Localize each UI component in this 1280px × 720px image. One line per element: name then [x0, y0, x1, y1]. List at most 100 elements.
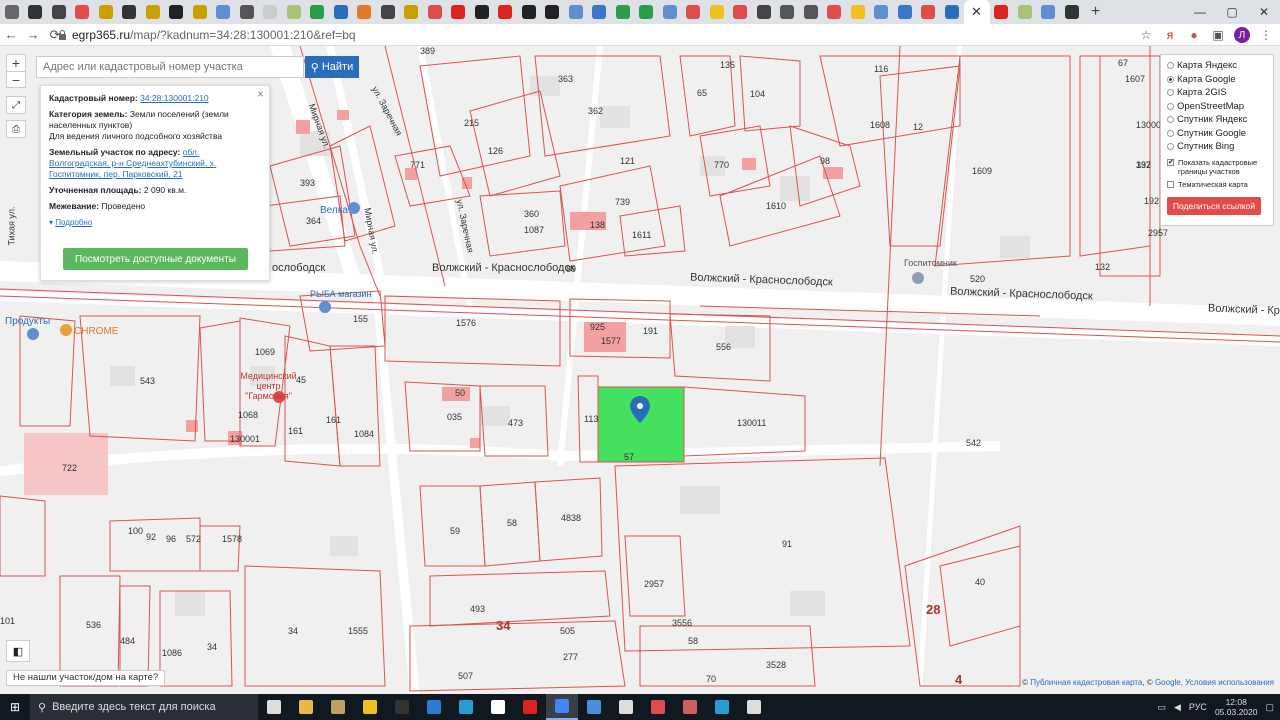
taskbar-app-icon[interactable] — [354, 694, 386, 720]
tab-favicon-icon[interactable] — [705, 0, 729, 24]
taskbar-app-icon[interactable] — [450, 694, 482, 720]
pharmacy-marker-icon[interactable] — [60, 324, 72, 336]
map-view[interactable]: Волжский - Краснослободск Волжский - Кра… — [0, 46, 1280, 694]
tab-favicon-icon[interactable] — [752, 0, 776, 24]
tab-favicon-icon[interactable] — [682, 0, 706, 24]
terms-link[interactable]: Условия использования — [1185, 678, 1274, 687]
tab-favicon-icon[interactable] — [423, 0, 447, 24]
map-layer-option[interactable]: Спутник Google — [1167, 127, 1267, 141]
zoom-out-button[interactable]: − — [7, 71, 25, 88]
taskbar-app-icon[interactable] — [290, 694, 322, 720]
back-button[interactable]: ← — [0, 24, 22, 46]
fullscreen-icon[interactable]: ⤢ — [6, 96, 26, 114]
tab-favicon-icon[interactable] — [212, 0, 236, 24]
layers-toggle-icon[interactable]: ◧ — [6, 640, 30, 662]
taskbar-app-icon[interactable] — [738, 694, 770, 720]
taskbar-app-icon[interactable] — [578, 694, 610, 720]
tab-favicon-icon[interactable] — [306, 0, 330, 24]
taskbar-app-icon[interactable] — [482, 694, 514, 720]
tab-favicon-icon[interactable] — [658, 0, 682, 24]
share-link-button[interactable]: Поделиться ссылкой — [1167, 196, 1261, 215]
tab-favicon-icon[interactable] — [541, 0, 565, 24]
map-layer-option[interactable]: Спутник Bing — [1167, 140, 1267, 154]
tab-favicon-icon[interactable] — [47, 0, 71, 24]
tab-favicon-icon[interactable] — [494, 0, 518, 24]
tab-favicon-icon[interactable] — [141, 0, 165, 24]
menu-icon[interactable]: ⋮ — [1258, 27, 1274, 43]
tab-favicon-icon[interactable] — [165, 0, 189, 24]
forward-button[interactable]: → — [22, 24, 44, 46]
windows-start-icon[interactable]: ⊞ — [0, 694, 30, 720]
shop-marker-icon[interactable] — [27, 328, 39, 340]
shop-marker-icon[interactable] — [348, 202, 360, 214]
tab-favicon-icon[interactable] — [329, 0, 353, 24]
taskbar-app-icon[interactable] — [322, 694, 354, 720]
tab-favicon-icon[interactable] — [588, 0, 612, 24]
tab-favicon-icon[interactable] — [118, 0, 142, 24]
tab-favicon-icon[interactable] — [470, 0, 494, 24]
taskbar-search-box[interactable]: ⚲ Введите здесь текст для поиска — [30, 694, 258, 720]
tab-favicon-icon[interactable] — [940, 0, 964, 24]
star-icon[interactable]: ☆ — [1138, 27, 1154, 43]
map-layer-option[interactable]: Карта Яндекс — [1167, 59, 1267, 73]
tab-favicon-icon[interactable] — [0, 0, 24, 24]
maximize-icon[interactable]: ▢ — [1216, 0, 1248, 24]
tab-favicon-icon[interactable] — [611, 0, 635, 24]
view-documents-button[interactable]: Посмотреть доступные документы — [63, 248, 248, 270]
close-icon[interactable]: × — [257, 88, 264, 100]
tab-favicon-icon[interactable] — [400, 0, 424, 24]
cadnum-link[interactable]: 34:28:130001:210 — [140, 93, 209, 103]
tab-favicon-icon[interactable] — [1013, 0, 1037, 24]
tab-favicon-icon[interactable] — [235, 0, 259, 24]
taskbar-app-icon[interactable] — [258, 694, 290, 720]
map-layer-option[interactable]: Карта 2GIS — [1167, 86, 1267, 100]
thematic-map-checkbox[interactable]: Тематическая карта — [1167, 180, 1267, 189]
minimize-icon[interactable]: — — [1184, 0, 1216, 24]
extension-icon[interactable]: я — [1162, 27, 1178, 43]
tab-favicon-icon[interactable] — [259, 0, 283, 24]
tab-favicon-icon[interactable] — [799, 0, 823, 24]
network-icon[interactable]: ▭ — [1157, 702, 1166, 713]
close-window-icon[interactable]: ✕ — [1248, 0, 1280, 24]
tab-favicon-icon[interactable] — [1060, 0, 1084, 24]
new-tab-button[interactable]: + — [1084, 0, 1108, 24]
tab-favicon-icon[interactable] — [71, 0, 95, 24]
cadastre-attribution-link[interactable]: Публичная кадастровая карта — [1030, 678, 1142, 687]
google-attribution-link[interactable]: Google — [1155, 678, 1181, 687]
tab-favicon-icon[interactable] — [729, 0, 753, 24]
not-found-link[interactable]: Не нашли участок/дом на карте? — [6, 670, 166, 686]
taskbar-app-icon[interactable] — [610, 694, 642, 720]
taskbar-app-icon[interactable] — [546, 694, 578, 720]
volume-icon[interactable]: ◀ — [1174, 702, 1181, 713]
taskbar-app-icon[interactable] — [514, 694, 546, 720]
profile-avatar[interactable]: Л — [1234, 27, 1250, 43]
search-button[interactable]: ⚲ Найти — [305, 56, 359, 78]
tab-favicon-icon[interactable] — [776, 0, 800, 24]
notifications-icon[interactable]: ▢ — [1265, 702, 1274, 713]
map-layer-option[interactable]: OpenStreetMap — [1167, 100, 1267, 114]
tab-favicon-icon[interactable] — [635, 0, 659, 24]
tab-favicon-icon[interactable] — [917, 0, 941, 24]
tab-favicon-icon[interactable] — [564, 0, 588, 24]
tab-favicon-icon[interactable] — [447, 0, 471, 24]
taskbar-app-icon[interactable] — [706, 694, 738, 720]
tab-favicon-icon[interactable] — [282, 0, 306, 24]
tab-favicon-icon[interactable] — [353, 0, 377, 24]
tab-favicon-icon[interactable] — [823, 0, 847, 24]
tab-favicon-icon[interactable] — [893, 0, 917, 24]
taskbar-app-icon[interactable] — [642, 694, 674, 720]
show-borders-checkbox[interactable]: ✔ Показать кадастровые границы участков — [1167, 158, 1267, 176]
print-icon[interactable]: ⎙ — [6, 120, 26, 138]
clock[interactable]: 12:08 05.03.2020 — [1215, 697, 1258, 717]
tab-favicon-icon[interactable] — [94, 0, 118, 24]
tab-favicon-icon[interactable] — [188, 0, 212, 24]
extension-icon[interactable]: ● — [1186, 27, 1202, 43]
address-field[interactable]: egrp365.ru/map/?kadnum=34:28:130001:210&… — [72, 24, 356, 46]
tab-favicon-icon[interactable] — [990, 0, 1014, 24]
zoom-in-button[interactable]: + — [7, 55, 25, 71]
address-search-input[interactable] — [36, 56, 304, 78]
taskbar-app-icon[interactable] — [418, 694, 450, 720]
map-layer-option[interactable]: Спутник Яндекс — [1167, 113, 1267, 127]
tab-favicon-icon[interactable] — [24, 0, 48, 24]
taskbar-app-icon[interactable] — [674, 694, 706, 720]
